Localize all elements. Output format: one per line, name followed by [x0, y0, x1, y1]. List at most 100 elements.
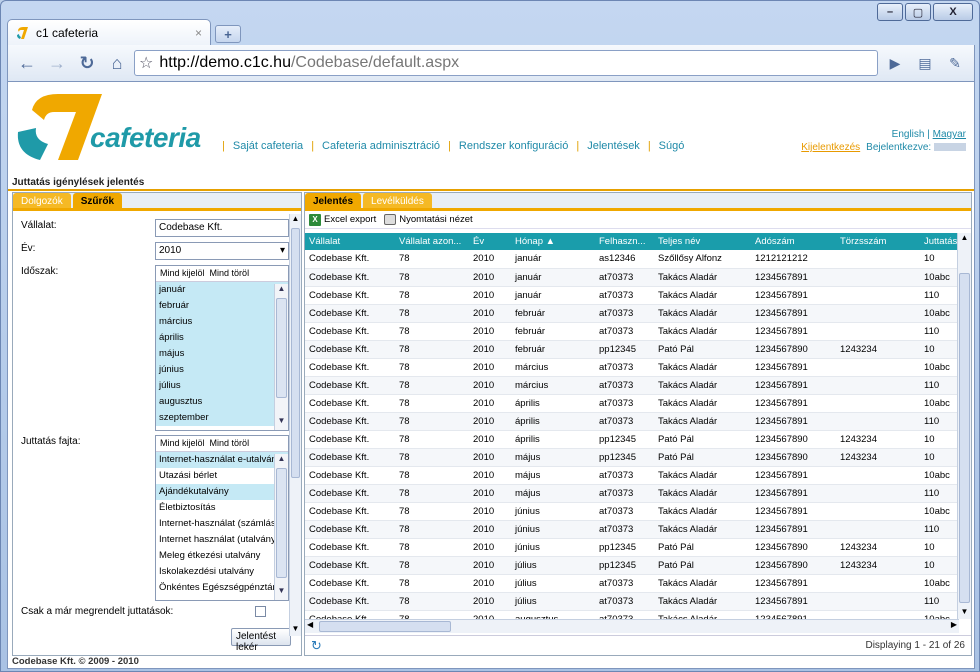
table-row[interactable]: Codebase Kft. 78 2010 július at70373 Takács A… — [305, 592, 959, 611]
back-arrow-icon[interactable]: ← — [14, 50, 40, 76]
new-tab-button[interactable]: + — [215, 25, 241, 43]
reload-icon[interactable]: ↻ — [74, 50, 100, 76]
wrench-menu-icon[interactable]: ✎ — [942, 50, 968, 76]
tab-dolgozok[interactable]: Dolgozók — [13, 193, 71, 208]
table-row[interactable]: Codebase Kft. 78 2010 február at70373 Takács … — [305, 322, 959, 341]
month-option[interactable]: július — [156, 378, 288, 394]
tab-jelentes[interactable]: Jelentés — [305, 193, 362, 208]
juttatas-option[interactable]: Internet-használat e-utalvány — [156, 452, 288, 468]
month-option[interactable]: február — [156, 298, 288, 314]
juttatas-option[interactable]: Életbiztosítás — [156, 500, 288, 516]
month-option[interactable]: augusztus — [156, 394, 288, 410]
scroll-down-icon[interactable]: ▼ — [275, 586, 288, 600]
table-row[interactable]: Codebase Kft. 78 2010 január at70373 Takács A… — [305, 286, 959, 305]
scroll-left-icon[interactable]: ◀ — [307, 620, 313, 629]
lang-english-link[interactable]: English — [892, 129, 925, 140]
column-header[interactable]: Teljes név — [654, 233, 751, 250]
tab-levelkuldes[interactable]: Levélküldés — [363, 193, 432, 208]
juttatas-option[interactable]: Internet-használat (számlás) — [156, 516, 288, 532]
maximize-button[interactable]: ▢ — [905, 3, 931, 21]
nav-cafeteria-admin[interactable]: Cafeteria adminisztráció — [322, 140, 440, 152]
scroll-thumb[interactable] — [276, 298, 287, 398]
juttatas-option[interactable]: Utazási bérlet — [156, 468, 288, 484]
table-row[interactable]: Codebase Kft. 78 2010 február pp12345 Pató Pá… — [305, 340, 959, 359]
table-row[interactable]: Codebase Kft. 78 2010 május at70373 Takács Al… — [305, 466, 959, 485]
table-row[interactable]: Codebase Kft. 78 2010 február at70373 Takács … — [305, 304, 959, 323]
column-header[interactable]: Vállalat azon... — [395, 233, 469, 250]
juttatas-option[interactable]: Önkéntes Egészségpénztár — [156, 580, 288, 596]
browser-tab[interactable]: c1 cafeteria × — [7, 19, 211, 45]
csak-checkbox[interactable] — [255, 606, 266, 617]
month-option[interactable]: szeptember — [156, 410, 288, 426]
go-icon[interactable]: ▶ — [882, 50, 908, 76]
juttatas-clear-all[interactable]: Mind töröl — [210, 438, 250, 448]
close-window-button[interactable]: X — [933, 3, 973, 21]
juttatas-select-all[interactable]: Mind kijelöl — [160, 438, 205, 448]
vallalat-input[interactable]: Codebase Kft. — [155, 219, 289, 237]
juttatas-option[interactable]: Iskolakezdési utalvány — [156, 564, 288, 580]
tab-szurok[interactable]: Szűrők — [72, 193, 123, 208]
nav-jelentesek[interactable]: Jelentések — [587, 140, 640, 152]
filter-panel-scrollbar[interactable]: ▲ ▼ — [289, 214, 301, 636]
juttatas-option[interactable]: Internet használat (utalvány) — [156, 532, 288, 548]
scroll-thumb[interactable] — [291, 228, 300, 478]
juttatas-option[interactable]: Ajándékutalvány — [156, 484, 288, 500]
jelentest-leker-button[interactable]: Jelentést lekér — [231, 628, 291, 653]
scroll-up-icon[interactable]: ▲ — [958, 233, 971, 245]
scroll-down-icon[interactable]: ▼ — [958, 607, 971, 619]
column-header[interactable]: Hónap ▲ — [511, 233, 595, 250]
table-row[interactable]: Codebase Kft. 78 2010 május at70373 Takács Al… — [305, 484, 959, 503]
column-header[interactable]: Adószám — [751, 233, 836, 250]
scroll-down-icon[interactable]: ▼ — [290, 624, 301, 636]
table-row[interactable]: Codebase Kft. 78 2010 július at70373 Takács A… — [305, 574, 959, 593]
table-row[interactable]: Codebase Kft. 78 2010 július pp12345 Pató Pál… — [305, 556, 959, 575]
lang-magyar-link[interactable]: Magyar — [933, 129, 966, 140]
minimize-button[interactable]: – — [877, 3, 903, 21]
table-row[interactable]: Codebase Kft. 78 2010 június pp12345 Pató Pál… — [305, 538, 959, 557]
ev-select[interactable]: 2010 ▾ — [155, 242, 289, 260]
scroll-up-icon[interactable]: ▲ — [290, 214, 301, 226]
scroll-up-icon[interactable]: ▲ — [275, 284, 288, 298]
month-option[interactable]: január — [156, 282, 288, 298]
table-row[interactable]: Codebase Kft. 78 2010 január at70373 Takács A… — [305, 268, 959, 287]
column-header[interactable]: Vállalat — [305, 233, 395, 250]
month-option[interactable]: június — [156, 362, 288, 378]
table-row[interactable]: Codebase Kft. 78 2010 május pp12345 Pató Pál 1… — [305, 448, 959, 467]
month-option[interactable]: április — [156, 330, 288, 346]
scroll-thumb[interactable] — [319, 621, 451, 632]
address-bar[interactable]: ☆ http://demo.c1c.hu/Codebase/default.as… — [134, 50, 878, 76]
table-row[interactable]: Codebase Kft. 78 2010 január as12346 Szőllősy… — [305, 250, 959, 269]
table-row[interactable]: Codebase Kft. 78 2010 március at70373 Takács … — [305, 358, 959, 377]
scroll-right-icon[interactable]: ▶ — [951, 620, 957, 629]
table-row[interactable]: Codebase Kft. 78 2010 június at70373 Takács A… — [305, 502, 959, 521]
table-row[interactable]: Codebase Kft. 78 2010 április at70373 Takács … — [305, 412, 959, 431]
column-header[interactable]: Év — [469, 233, 511, 250]
grid-vertical-scrollbar[interactable]: ▲ ▼ — [957, 233, 971, 619]
forward-arrow-icon[interactable]: → — [44, 50, 70, 76]
print-view-button[interactable]: Nyomtatási nézet — [384, 214, 473, 225]
juttatas-scrollbar[interactable]: ▲ ▼ — [274, 454, 288, 600]
scroll-thumb[interactable] — [959, 273, 970, 603]
scroll-up-icon[interactable]: ▲ — [275, 454, 288, 468]
home-icon[interactable]: ⌂ — [104, 50, 130, 76]
idoszak-clear-all[interactable]: Mind töröl — [210, 268, 250, 278]
scroll-down-icon[interactable]: ▼ — [275, 416, 288, 430]
scroll-thumb[interactable] — [276, 468, 287, 578]
grid-horizontal-scrollbar[interactable]: ◀ ▶ — [305, 619, 959, 633]
month-option[interactable]: május — [156, 346, 288, 362]
juttatas-listbox[interactable]: Mind kijelöl Mind töröl Internet-használ… — [155, 435, 289, 601]
idoszak-scrollbar[interactable]: ▲ ▼ — [274, 284, 288, 430]
table-row[interactable]: Codebase Kft. 78 2010 április pp12345 Pató Pá… — [305, 430, 959, 449]
column-header[interactable]: Felhaszn... — [595, 233, 654, 250]
table-row[interactable]: Codebase Kft. 78 2010 április at70373 Takács … — [305, 394, 959, 413]
juttatas-option[interactable]: Meleg étkezési utalvány — [156, 548, 288, 564]
table-row[interactable]: Codebase Kft. 78 2010 március at70373 Takács … — [305, 376, 959, 395]
column-header[interactable]: Törzsszám — [836, 233, 920, 250]
month-option[interactable]: március — [156, 314, 288, 330]
nav-sajat-cafeteria[interactable]: Saját cafeteria — [233, 140, 303, 152]
refresh-icon[interactable]: ↻ — [311, 638, 322, 654]
nav-rendszer-konfig[interactable]: Rendszer konfiguráció — [459, 140, 568, 152]
tab-close-icon[interactable]: × — [195, 26, 202, 40]
excel-export-button[interactable]: X Excel export — [309, 213, 376, 226]
idoszak-select-all[interactable]: Mind kijelöl — [160, 268, 205, 278]
